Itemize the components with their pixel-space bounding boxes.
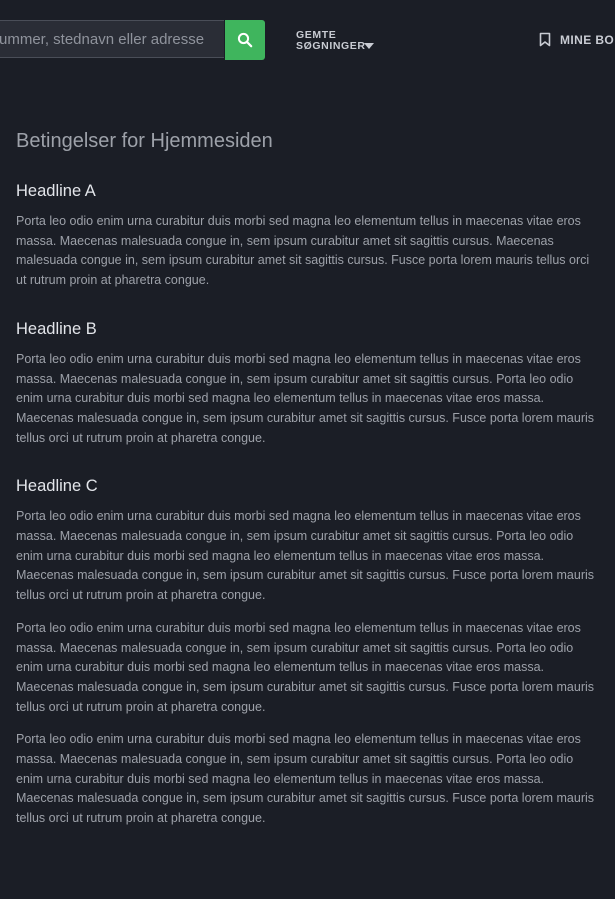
section-heading: Headline C (16, 477, 98, 496)
saved-searches-dropdown[interactable]: GEMTE SØGNINGER (296, 30, 374, 52)
search-icon (237, 32, 253, 48)
my-homes-link[interactable]: MINE BO (539, 32, 614, 47)
saved-searches-label: GEMTE SØGNINGER (296, 29, 366, 52)
section-paragraph: Porta leo odio enim urna curabitur duis … (16, 214, 590, 288)
section-heading: Headline A (16, 182, 96, 200)
section-paragraph: Porta leo odio enim urna curabitur duis … (16, 732, 595, 826)
section-heading: Headline B (16, 319, 97, 338)
page-title: Betingelser for Hjemmesiden (16, 130, 273, 152)
section-a: Headline A Porta leo odio enim urna cura… (16, 180, 601, 291)
section-c: Headline C Porta leo odio enim urna cura… (16, 475, 601, 829)
bookmark-icon (539, 32, 551, 47)
search-input[interactable] (0, 20, 224, 58)
section-paragraph: Porta leo odio enim urna curabitur duis … (16, 620, 595, 714)
section-paragraph: Porta leo odio enim urna curabitur duis … (16, 509, 595, 603)
section-paragraph: Porta leo odio enim urna curabitur duis … (16, 351, 595, 445)
caret-down-icon (364, 43, 374, 49)
top-navigation-bar: GEMTE SØGNINGER MINE BO (0, 0, 615, 80)
section-b: Headline B Porta leo odio enim urna cura… (16, 318, 601, 449)
my-homes-label: MINE BO (560, 32, 615, 47)
search-button[interactable] (225, 20, 265, 60)
terms-content: Betingelser for Hjemmesiden Headline A P… (16, 128, 601, 856)
